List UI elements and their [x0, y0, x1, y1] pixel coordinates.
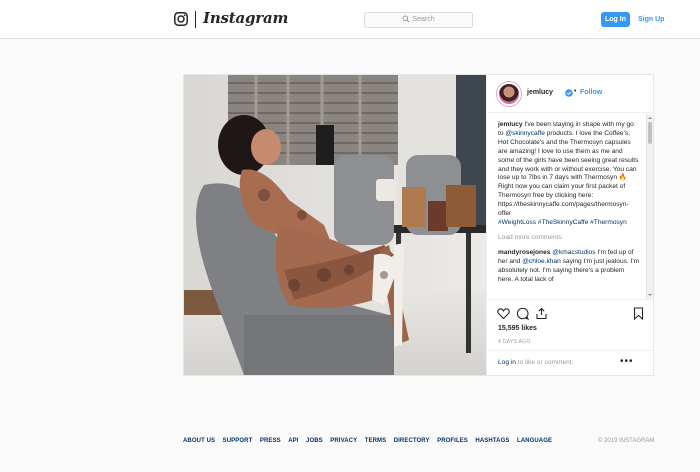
bookmark-icon[interactable]	[632, 307, 645, 320]
instagram-wordmark[interactable]: Instagram	[203, 9, 288, 27]
login-prompt-row: Log in to like or comment. •••	[487, 350, 654, 375]
top-nav-bar: Instagram Search Log In Sign Up	[0, 0, 700, 39]
caption-username[interactable]: jemlucy	[498, 121, 523, 128]
header-dot-separator: •	[574, 88, 577, 95]
follow-button[interactable]: Follow	[580, 89, 602, 96]
comment-username[interactable]: mandyrosejones	[498, 249, 550, 256]
footer-link-jobs[interactable]: JOBS	[306, 438, 323, 444]
post-photo-illustration	[184, 75, 486, 375]
caption-mention[interactable]: @skinnycaffe	[505, 130, 545, 137]
heart-icon[interactable]	[497, 307, 510, 320]
login-link[interactable]: Log in	[498, 359, 516, 366]
caption-hashtags[interactable]: #WeightLoss #TheSkinnyCaffe #Thermosyn	[498, 219, 640, 228]
caption-text-2: products. I love the Coffee's, Hot Choco…	[498, 129, 639, 218]
verified-badge-icon	[565, 89, 573, 97]
avatar[interactable]	[497, 82, 521, 106]
footer-link-about[interactable]: ABOUT US	[183, 438, 215, 444]
scrollbar-thumb[interactable]	[648, 122, 652, 144]
caption: jemlucy I've been staying in shape with …	[498, 121, 640, 228]
footer-link-hashtags[interactable]: HASHTAGS	[475, 438, 509, 444]
load-more-comments[interactable]: Load more comments	[498, 234, 640, 243]
search-input[interactable]: Search	[364, 12, 473, 28]
logo-divider	[195, 11, 196, 28]
comment-icon[interactable]	[516, 307, 529, 320]
footer-link-support[interactable]: SUPPORT	[223, 438, 253, 444]
footer-link-privacy[interactable]: PRIVACY	[330, 438, 357, 444]
comment-mention-1[interactable]: @kmacstudios	[552, 249, 595, 256]
footer-link-language[interactable]: LANGUAGE	[517, 438, 552, 444]
likes-count[interactable]: 15,595 likes	[498, 325, 537, 332]
post-photo[interactable]	[184, 75, 486, 375]
post-username[interactable]: jemlucy	[527, 89, 553, 96]
comment-mention-2[interactable]: @chloe.khan	[522, 258, 561, 265]
footer-link-directory[interactable]: DIRECTORY	[394, 438, 430, 444]
search-placeholder: Search	[412, 16, 435, 23]
comments-list[interactable]: jemlucy I've been staying in shape with …	[487, 114, 646, 299]
comments-scrollbar[interactable]	[646, 114, 653, 299]
more-options-icon[interactable]: •••	[620, 356, 634, 367]
signup-link[interactable]: Sign Up	[638, 12, 664, 27]
post-actions: 15,595 likes 4 DAYS AGO Log in to like o…	[487, 299, 654, 375]
footer-nav: ABOUT US SUPPORT PRESS API JOBS PRIVACY TERMS D…	[183, 438, 560, 444]
post-timestamp[interactable]: 4 DAYS AGO	[498, 339, 531, 345]
footer-link-press[interactable]: PRESS	[260, 438, 281, 444]
list-item: mandyrosejones @kmacstudios I'm fed up o…	[498, 249, 640, 285]
login-prompt: Log in to like or comment.	[498, 359, 574, 366]
footer-link-profiles[interactable]: PROFILES	[437, 438, 468, 444]
login-button[interactable]: Log In	[601, 12, 630, 27]
post-side-panel: jemlucy • Follow jemlucy I've been stayi…	[486, 75, 654, 375]
footer-link-terms[interactable]: TERMS	[365, 438, 387, 444]
scroll-down-arrow-icon[interactable]	[647, 292, 653, 298]
scroll-up-arrow-icon[interactable]	[647, 115, 653, 121]
copyright: © 2019 INSTAGRAM	[598, 438, 655, 444]
post-header: jemlucy • Follow	[487, 75, 654, 113]
post-card: jemlucy • Follow jemlucy I've been stayi…	[183, 74, 654, 376]
instagram-camera-icon[interactable]	[174, 12, 188, 26]
login-prompt-text: to like or comment.	[515, 359, 574, 366]
footer-link-api[interactable]: API	[288, 438, 298, 444]
share-icon[interactable]	[535, 307, 548, 320]
search-icon	[402, 15, 411, 23]
